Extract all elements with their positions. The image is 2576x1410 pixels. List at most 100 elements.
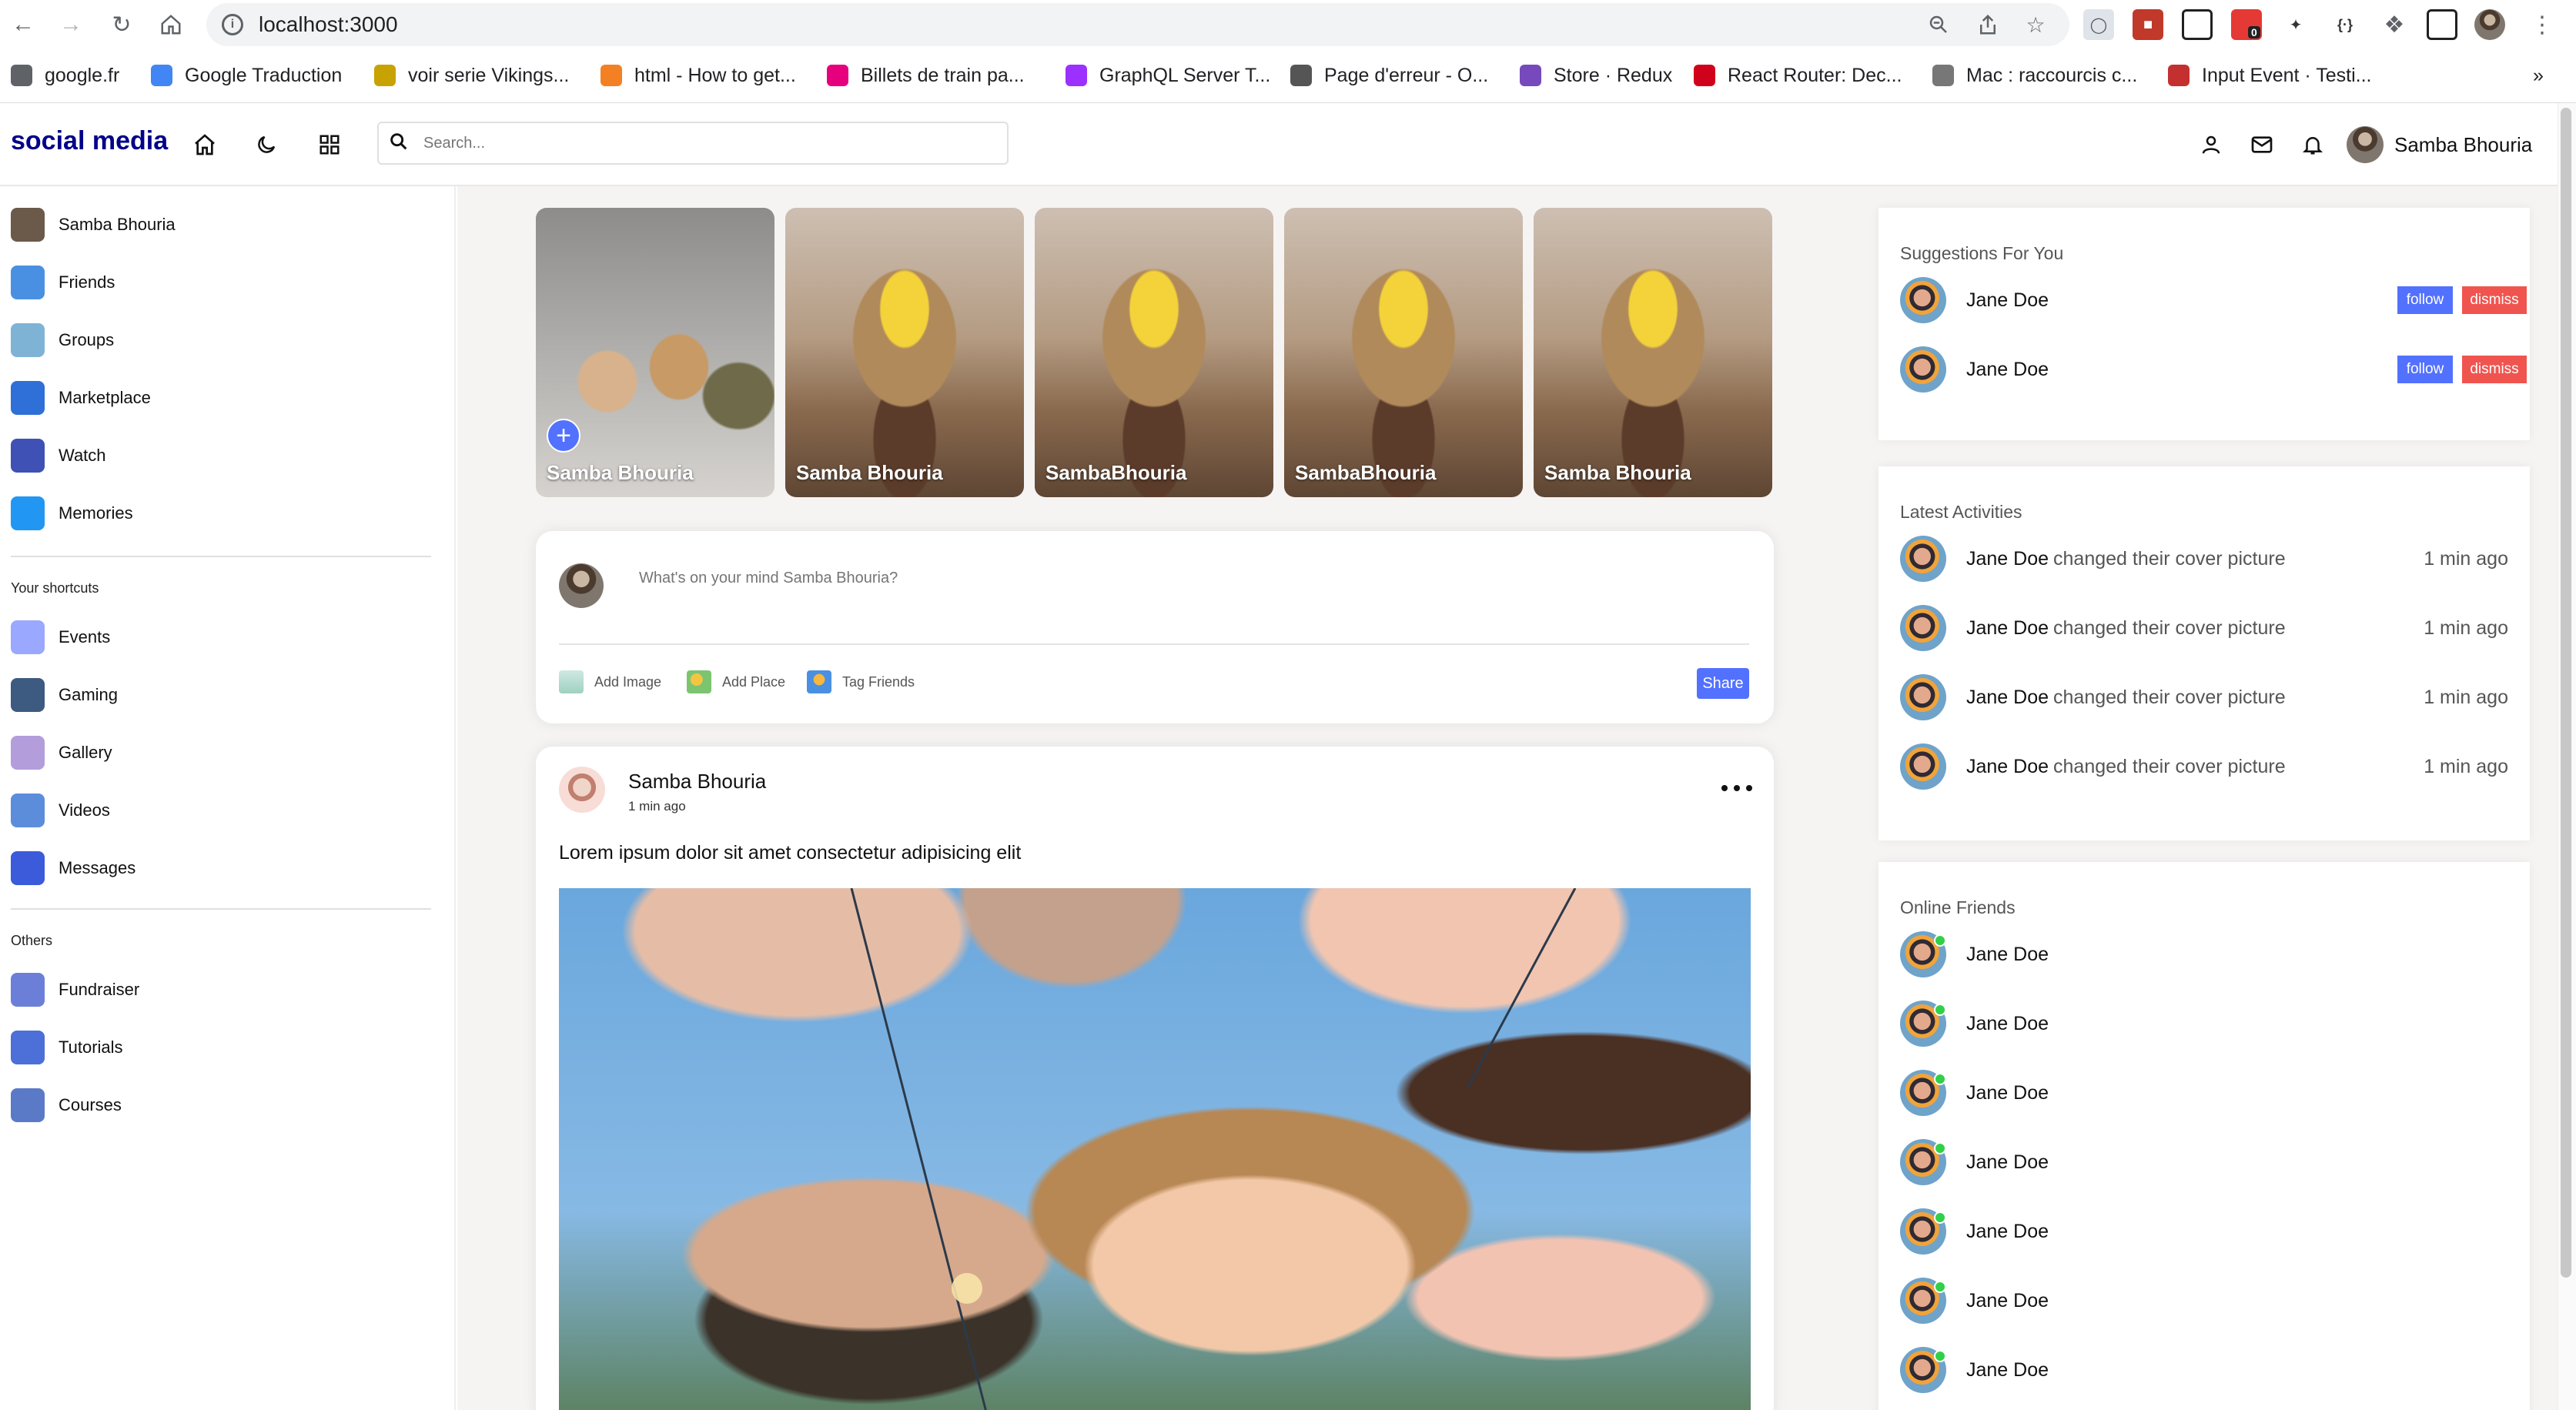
add-place-button[interactable]: Add Place <box>687 668 785 696</box>
bookmark-item[interactable]: GraphQL Server T... <box>1066 60 1270 91</box>
user-avatar[interactable] <box>1900 536 1946 582</box>
logo[interactable]: social media <box>11 126 168 156</box>
sidebar-item-videos[interactable]: Videos <box>11 792 110 829</box>
activity-row: Jane Doe changed their cover picture 1 min… <box>1900 674 2508 720</box>
user-avatar[interactable] <box>1900 605 1946 651</box>
sidebar-item-gallery[interactable]: Gallery <box>11 734 112 771</box>
suggestion-name[interactable]: Jane Doe <box>1966 359 2049 381</box>
zoom-icon[interactable] <box>1923 9 1954 40</box>
sidebar-item-marketplace[interactable]: Marketplace <box>11 379 151 416</box>
story-card[interactable]: + Samba Bhouria <box>536 208 774 497</box>
dismiss-button[interactable]: dismiss <box>2462 286 2527 314</box>
site-info-icon[interactable]: i <box>222 14 243 35</box>
extension-icon[interactable]: ✦ <box>2280 9 2311 40</box>
extension-icon[interactable]: {·} <box>2330 9 2360 40</box>
activity-user-name[interactable]: Jane Doe <box>1966 687 2049 709</box>
share-page-icon[interactable] <box>1972 9 2003 40</box>
bookmark-item[interactable]: Store · Redux <box>1520 60 1672 91</box>
dark-mode-icon[interactable] <box>249 128 283 162</box>
story-card[interactable]: SambaBhouria <box>1284 208 1523 497</box>
post-author[interactable]: Samba Bhouria <box>628 770 766 794</box>
profile-avatar[interactable] <box>2474 9 2505 40</box>
status-input[interactable] <box>639 570 1640 587</box>
bookmark-label: html - How to get... <box>634 64 796 86</box>
user-avatar[interactable] <box>1900 346 1946 393</box>
more-options-icon[interactable] <box>1721 780 1752 796</box>
story-card[interactable]: SambaBhouria <box>1035 208 1273 497</box>
user-avatar[interactable] <box>1900 674 1946 720</box>
bookmark-item[interactable]: Google Traduction <box>151 60 342 91</box>
extension-icon[interactable]: ■ <box>2133 9 2163 40</box>
home-icon[interactable] <box>188 128 222 162</box>
sidebar-item-groups[interactable]: Groups <box>11 322 114 359</box>
sidebar-item-events[interactable]: Events <box>11 619 110 656</box>
picture-in-picture-icon[interactable] <box>2182 9 2213 40</box>
sidebar-item-gaming[interactable]: Gaming <box>11 677 118 713</box>
forward-icon[interactable]: → <box>54 8 88 42</box>
activity-user-name[interactable]: Jane Doe <box>1966 756 2049 778</box>
online-friend-row[interactable]: Jane Doe <box>1900 1001 2508 1047</box>
bookmark-item[interactable]: html - How to get... <box>601 60 796 91</box>
search-input[interactable] <box>423 134 962 152</box>
sidebar-item-fundraiser[interactable]: Fundraiser <box>11 971 139 1008</box>
user-avatar[interactable] <box>1900 743 1946 790</box>
extension-icon[interactable]: ◯ <box>2083 9 2114 40</box>
extension-icon[interactable]: 0 <box>2231 9 2262 40</box>
activity-user-name[interactable]: Jane Doe <box>1966 617 2049 640</box>
bookmark-favicon-icon <box>1932 65 1954 86</box>
follow-button[interactable]: follow <box>2397 286 2453 314</box>
online-friend-row[interactable]: Jane Doe <box>1900 1070 2508 1116</box>
sidebar-item-courses[interactable]: Courses <box>11 1087 122 1124</box>
follow-button[interactable]: follow <box>2397 356 2453 383</box>
side-panel-icon[interactable] <box>2427 9 2457 40</box>
bookmark-item[interactable]: Billets de train pa... <box>827 60 1025 91</box>
sidebar-item-messages[interactable]: Messages <box>11 850 135 887</box>
activity-text: changed their cover picture <box>2053 616 2286 639</box>
reload-icon[interactable]: ↻ <box>105 8 139 42</box>
sidebar-item-friends[interactable]: Friends <box>11 264 115 301</box>
activity-text: changed their cover picture <box>2053 686 2286 708</box>
sidebar-item-tutorials[interactable]: Tutorials <box>11 1029 123 1066</box>
online-status-dot <box>1934 934 1946 947</box>
add-image-button[interactable]: Add Image <box>559 668 661 696</box>
address-bar[interactable]: i localhost:3000 <box>206 3 2069 46</box>
notifications-bell-icon[interactable] <box>2296 128 2330 162</box>
tag-friends-button[interactable]: Tag Friends <box>807 668 915 696</box>
bookmark-item[interactable]: voir serie Vikings... <box>374 60 569 91</box>
user-avatar[interactable] <box>1900 277 1946 323</box>
bookmark-star-icon[interactable]: ☆ <box>2020 9 2051 40</box>
sidebar-item-memories[interactable]: Memories <box>11 495 133 532</box>
share-button[interactable]: Share <box>1697 668 1749 699</box>
person-icon[interactable] <box>2194 128 2228 162</box>
online-friend-row[interactable]: Jane Doe <box>1900 1278 2508 1324</box>
bookmark-item[interactable]: Input Event · Testi... <box>2168 60 2371 91</box>
sidebar-item-watch[interactable]: Watch <box>11 437 106 474</box>
mail-icon[interactable] <box>2245 128 2279 162</box>
friend-avatar-wrap <box>1900 1208 1946 1255</box>
online-friend-row[interactable]: Jane Doe <box>1900 1139 2508 1185</box>
bookmark-item[interactable]: Page d'erreur - O... <box>1290 60 1488 91</box>
apps-grid-icon[interactable] <box>313 128 346 162</box>
bookmark-item[interactable]: google.fr <box>11 60 119 91</box>
bookmark-item[interactable]: React Router: Dec... <box>1694 60 1902 91</box>
post-author-avatar[interactable] <box>559 767 605 813</box>
online-friend-row[interactable]: Jane Doe <box>1900 1208 2508 1255</box>
dismiss-button[interactable]: dismiss <box>2462 356 2527 383</box>
back-icon[interactable]: ← <box>6 8 40 42</box>
more-bookmarks-icon[interactable]: » <box>2533 60 2544 91</box>
sidebar-item-samba-bhouria[interactable]: Samba Bhouria <box>11 206 176 243</box>
activity-user-name[interactable]: Jane Doe <box>1966 548 2049 570</box>
bookmark-item[interactable]: Mac : raccourcis c... <box>1932 60 2137 91</box>
online-friend-row[interactable]: Jane Doe <box>1900 931 2508 977</box>
home-icon[interactable] <box>154 8 188 42</box>
browser-menu-icon[interactable]: ⋮ <box>2527 9 2558 40</box>
story-card[interactable]: Samba Bhouria <box>1534 208 1772 497</box>
add-story-icon[interactable]: + <box>547 419 580 453</box>
scrollbar-thumb[interactable] <box>2561 108 2571 1278</box>
puzzle-icon[interactable]: ❖ <box>2379 9 2410 40</box>
online-friend-row[interactable]: Jane Doe <box>1900 1347 2508 1393</box>
suggestion-name[interactable]: Jane Doe <box>1966 289 2049 312</box>
post-image[interactable] <box>559 888 1751 1410</box>
story-card[interactable]: Samba Bhouria <box>785 208 1024 497</box>
user-menu[interactable]: Samba Bhouria <box>2347 125 2532 165</box>
